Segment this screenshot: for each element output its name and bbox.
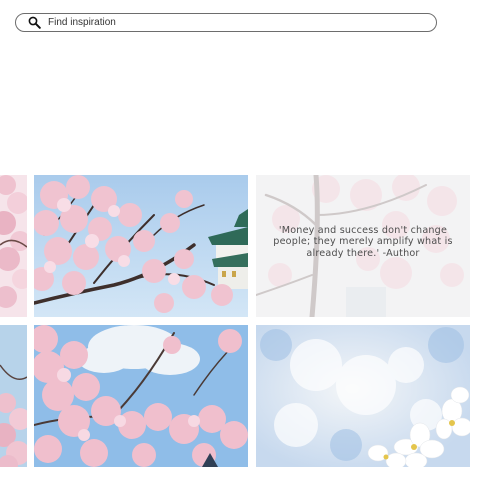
blossom-image [0,325,27,467]
search-input[interactable] [48,14,428,31]
gallery-tile-1[interactable] [0,175,27,317]
gallery-tile-quote[interactable]: 'Money and success don't change people; … [256,175,470,317]
gallery-tile-6[interactable] [256,325,470,467]
quote-overlay: 'Money and success don't change people; … [256,175,470,317]
gallery-tile-4[interactable] [0,325,27,467]
search-bar[interactable] [15,13,437,32]
gallery-tile-2[interactable] [34,175,248,317]
search-icon[interactable] [28,16,41,29]
blossom-sky-image [34,325,248,467]
quote-text: 'Money and success don't change people; … [273,224,453,259]
gallery-tile-5[interactable] [34,325,248,467]
white-blossom-image [256,325,470,467]
blossom-castle-image [34,175,248,317]
blossom-image [0,175,27,317]
page: 'Money and success don't change people; … [0,0,500,500]
